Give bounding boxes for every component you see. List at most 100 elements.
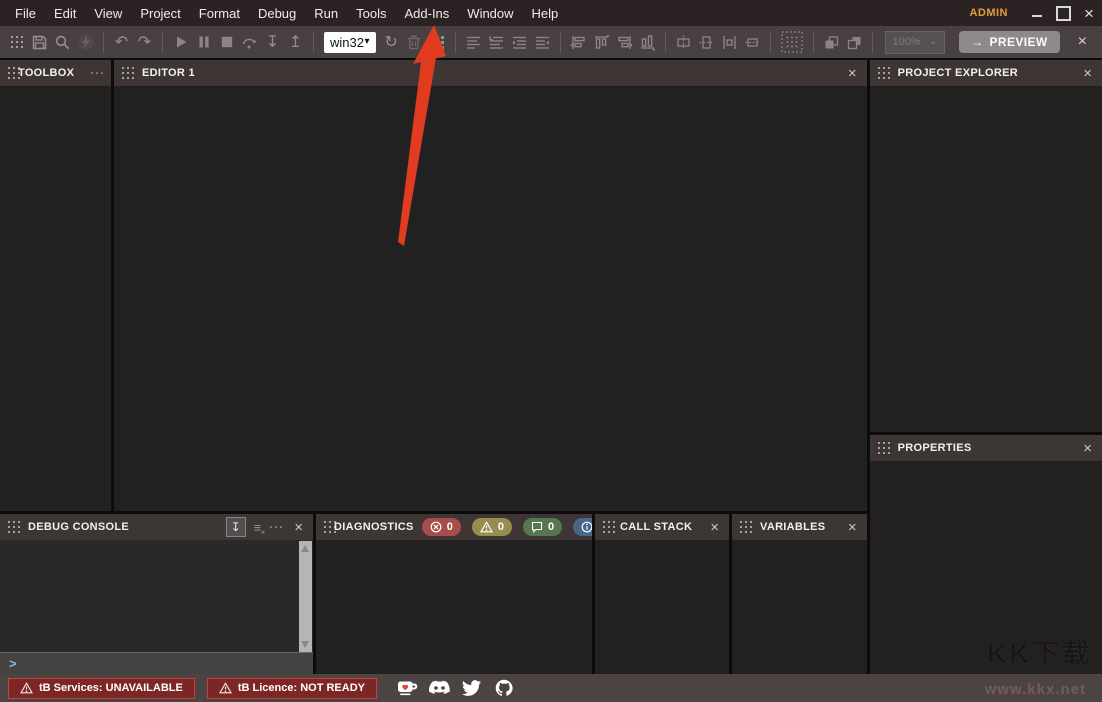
redo-button[interactable]: ↷ (133, 30, 156, 54)
close-icon[interactable]: × (846, 66, 859, 81)
overflow-menu-icon[interactable]: ··· (269, 520, 284, 534)
errors-count: 0 (447, 521, 453, 533)
drag-grip-icon[interactable] (603, 521, 612, 533)
clear-console-button[interactable]: ≡× (254, 520, 262, 535)
toolbar-separator (455, 32, 456, 52)
zoom-dropdown[interactable]: 100% ⌄ (885, 31, 946, 54)
toolbox-body (0, 86, 111, 511)
editor-header: EDITOR 1 × (114, 60, 867, 86)
vertical-scrollbar[interactable] (299, 541, 312, 652)
messages-badge[interactable]: 0 (523, 518, 562, 536)
main-toolbar: ↶ ↷ ↧ ↥ win32 ▾ ↻ (0, 26, 1102, 58)
refresh-button[interactable]: ↻ (380, 30, 403, 54)
discord-link[interactable] (429, 677, 451, 699)
menu-addins[interactable]: Add-Ins (395, 4, 458, 23)
send-to-back-button[interactable] (843, 30, 866, 54)
twitter-link[interactable] (461, 677, 483, 699)
bring-to-front-button[interactable] (820, 30, 843, 54)
format-indent-button[interactable] (508, 30, 531, 54)
step-into-button[interactable]: ↧ (261, 30, 284, 54)
undo-button[interactable]: ↶ (110, 30, 133, 54)
message-icon (531, 521, 543, 533)
project-explorer-panel: PROJECT EXPLORER × (870, 60, 1102, 432)
align-bottom-button[interactable] (636, 30, 659, 54)
pause-icon (197, 35, 211, 49)
pause-button[interactable] (192, 30, 215, 54)
step-over-button[interactable] (238, 30, 261, 54)
close-button[interactable]: × (1076, 1, 1102, 25)
center-horizontal-button[interactable] (672, 30, 695, 54)
scroll-down-icon[interactable] (301, 641, 309, 648)
search-button[interactable] (51, 30, 74, 54)
toolbar-separator (313, 32, 314, 52)
drag-grip-icon[interactable] (324, 521, 326, 533)
overflow-menu-icon[interactable]: ··· (90, 66, 105, 80)
tb-licence-status-button[interactable]: tB Licence: NOT READY (207, 678, 377, 699)
menu-edit[interactable]: Edit (45, 4, 85, 23)
menu-tools[interactable]: Tools (347, 4, 395, 23)
drag-grip-icon[interactable] (878, 442, 890, 454)
maximize-button[interactable] (1050, 1, 1076, 25)
format-indent-first-button[interactable] (485, 30, 508, 54)
console-input[interactable]: > (0, 652, 313, 674)
grid-settings-button[interactable] (777, 30, 807, 54)
editor-surface[interactable] (114, 86, 867, 511)
grid-icon (780, 30, 804, 54)
minimize-button[interactable] (1024, 1, 1050, 25)
distribute-button[interactable] (741, 30, 764, 54)
drag-grip-icon[interactable] (878, 67, 890, 79)
center-vertical-button[interactable] (695, 30, 718, 54)
components-button[interactable] (426, 30, 449, 54)
github-link[interactable] (493, 677, 515, 699)
close-icon[interactable]: × (708, 520, 721, 535)
toolbar-separator (103, 32, 104, 52)
kofi-icon (397, 679, 419, 697)
panel-title: EDITOR 1 (142, 67, 195, 79)
menu-project[interactable]: Project (131, 4, 189, 23)
menu-file[interactable]: File (6, 4, 45, 23)
close-icon[interactable]: × (846, 520, 859, 535)
drag-grip-icon[interactable] (740, 521, 752, 533)
align-right-button[interactable] (613, 30, 636, 54)
scroll-up-icon[interactable] (301, 545, 309, 552)
drag-grip-icon[interactable] (122, 67, 134, 79)
quick-run-button[interactable] (74, 30, 97, 54)
tb-services-status-button[interactable]: tB Services: UNAVAILABLE (8, 678, 195, 699)
drag-grip-icon[interactable] (8, 521, 20, 533)
social-links (397, 677, 515, 699)
editor-panel: EDITOR 1 × (111, 60, 867, 511)
menu-help[interactable]: Help (523, 4, 568, 23)
delete-button[interactable] (403, 30, 426, 54)
indent-first-icon (488, 34, 505, 51)
errors-badge[interactable]: 0 (422, 518, 461, 536)
align-top-button[interactable] (590, 30, 613, 54)
save-button[interactable] (28, 30, 51, 54)
format-justify-button[interactable] (462, 30, 485, 54)
step-out-button[interactable]: ↥ (284, 30, 307, 54)
preview-button[interactable]: → PREVIEW (959, 31, 1060, 53)
format-outdent-button[interactable] (531, 30, 554, 54)
close-icon[interactable]: × (1081, 441, 1094, 456)
space-evenly-button[interactable] (718, 30, 741, 54)
menu-format[interactable]: Format (190, 4, 249, 23)
build-target-dropdown[interactable]: win32 ▾ (324, 32, 376, 53)
search-icon (54, 34, 71, 51)
panel-title: VARIABLES (760, 521, 825, 533)
warnings-badge[interactable]: 0 (472, 518, 512, 536)
menu-view[interactable]: View (85, 4, 131, 23)
run-button[interactable] (169, 30, 192, 54)
align-left-button[interactable] (567, 30, 590, 54)
toolbox-header: TOOLBOX ··· (0, 60, 111, 86)
admin-user-label: ADMIN (969, 7, 1008, 19)
toolbar-drag-grip[interactable] (5, 30, 28, 54)
toolbar-close-icon[interactable]: × (1068, 33, 1097, 51)
kofi-link[interactable] (397, 677, 419, 699)
menu-debug[interactable]: Debug (249, 4, 305, 23)
drag-grip-icon[interactable] (8, 67, 10, 79)
stop-button[interactable] (215, 30, 238, 54)
close-icon[interactable]: × (1081, 66, 1094, 81)
scroll-lock-button[interactable]: ↧ (226, 517, 246, 537)
menu-window[interactable]: Window (458, 4, 522, 23)
menu-run[interactable]: Run (305, 4, 347, 23)
close-icon[interactable]: × (292, 520, 305, 535)
